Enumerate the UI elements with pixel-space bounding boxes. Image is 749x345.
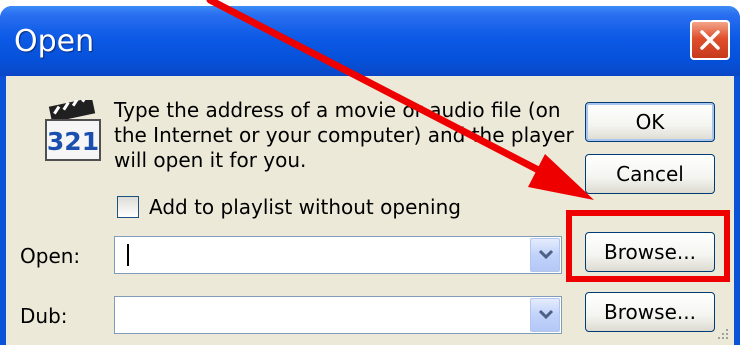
dub-field-label: Dub: bbox=[20, 304, 68, 328]
dub-combobox[interactable] bbox=[114, 296, 562, 334]
instruction-line: the Internet or your computer) and the p… bbox=[114, 123, 574, 147]
chevron-down-icon bbox=[538, 249, 554, 260]
instruction-line: Type the address of a movie or audio fil… bbox=[114, 98, 561, 122]
open-dialog-window: Open 321 Type the address of a movie or … bbox=[0, 6, 740, 345]
window-title: Open bbox=[14, 24, 95, 59]
add-to-playlist-label: Add to playlist without opening bbox=[149, 195, 461, 219]
icon-label: 321 bbox=[47, 127, 99, 156]
chevron-down-icon bbox=[538, 309, 554, 320]
open-combobox[interactable] bbox=[114, 236, 562, 274]
close-icon bbox=[700, 30, 720, 50]
clapperboard-321-icon: 321 bbox=[45, 100, 101, 161]
dub-dropdown-button[interactable] bbox=[530, 298, 560, 332]
add-to-playlist-checkbox[interactable] bbox=[117, 196, 139, 218]
resize-grip-icon[interactable] bbox=[716, 327, 730, 341]
instruction-line: will open it for you. bbox=[114, 148, 307, 172]
open-dropdown-button[interactable] bbox=[530, 238, 560, 272]
text-cursor bbox=[127, 244, 129, 266]
highlight-box bbox=[566, 210, 730, 282]
cancel-button[interactable]: Cancel bbox=[585, 154, 715, 194]
add-to-playlist-option[interactable]: Add to playlist without opening bbox=[117, 194, 461, 220]
close-button[interactable] bbox=[690, 20, 730, 60]
open-field-label: Open: bbox=[20, 244, 81, 268]
screenshot-stage: Open 321 Type the address of a movie or … bbox=[0, 0, 749, 345]
browse-dub-button[interactable]: Browse... bbox=[585, 292, 715, 332]
ok-button[interactable]: OK bbox=[585, 102, 715, 142]
title-bar[interactable]: Open bbox=[0, 6, 740, 76]
instruction-text: Type the address of a movie or audio fil… bbox=[114, 98, 574, 173]
